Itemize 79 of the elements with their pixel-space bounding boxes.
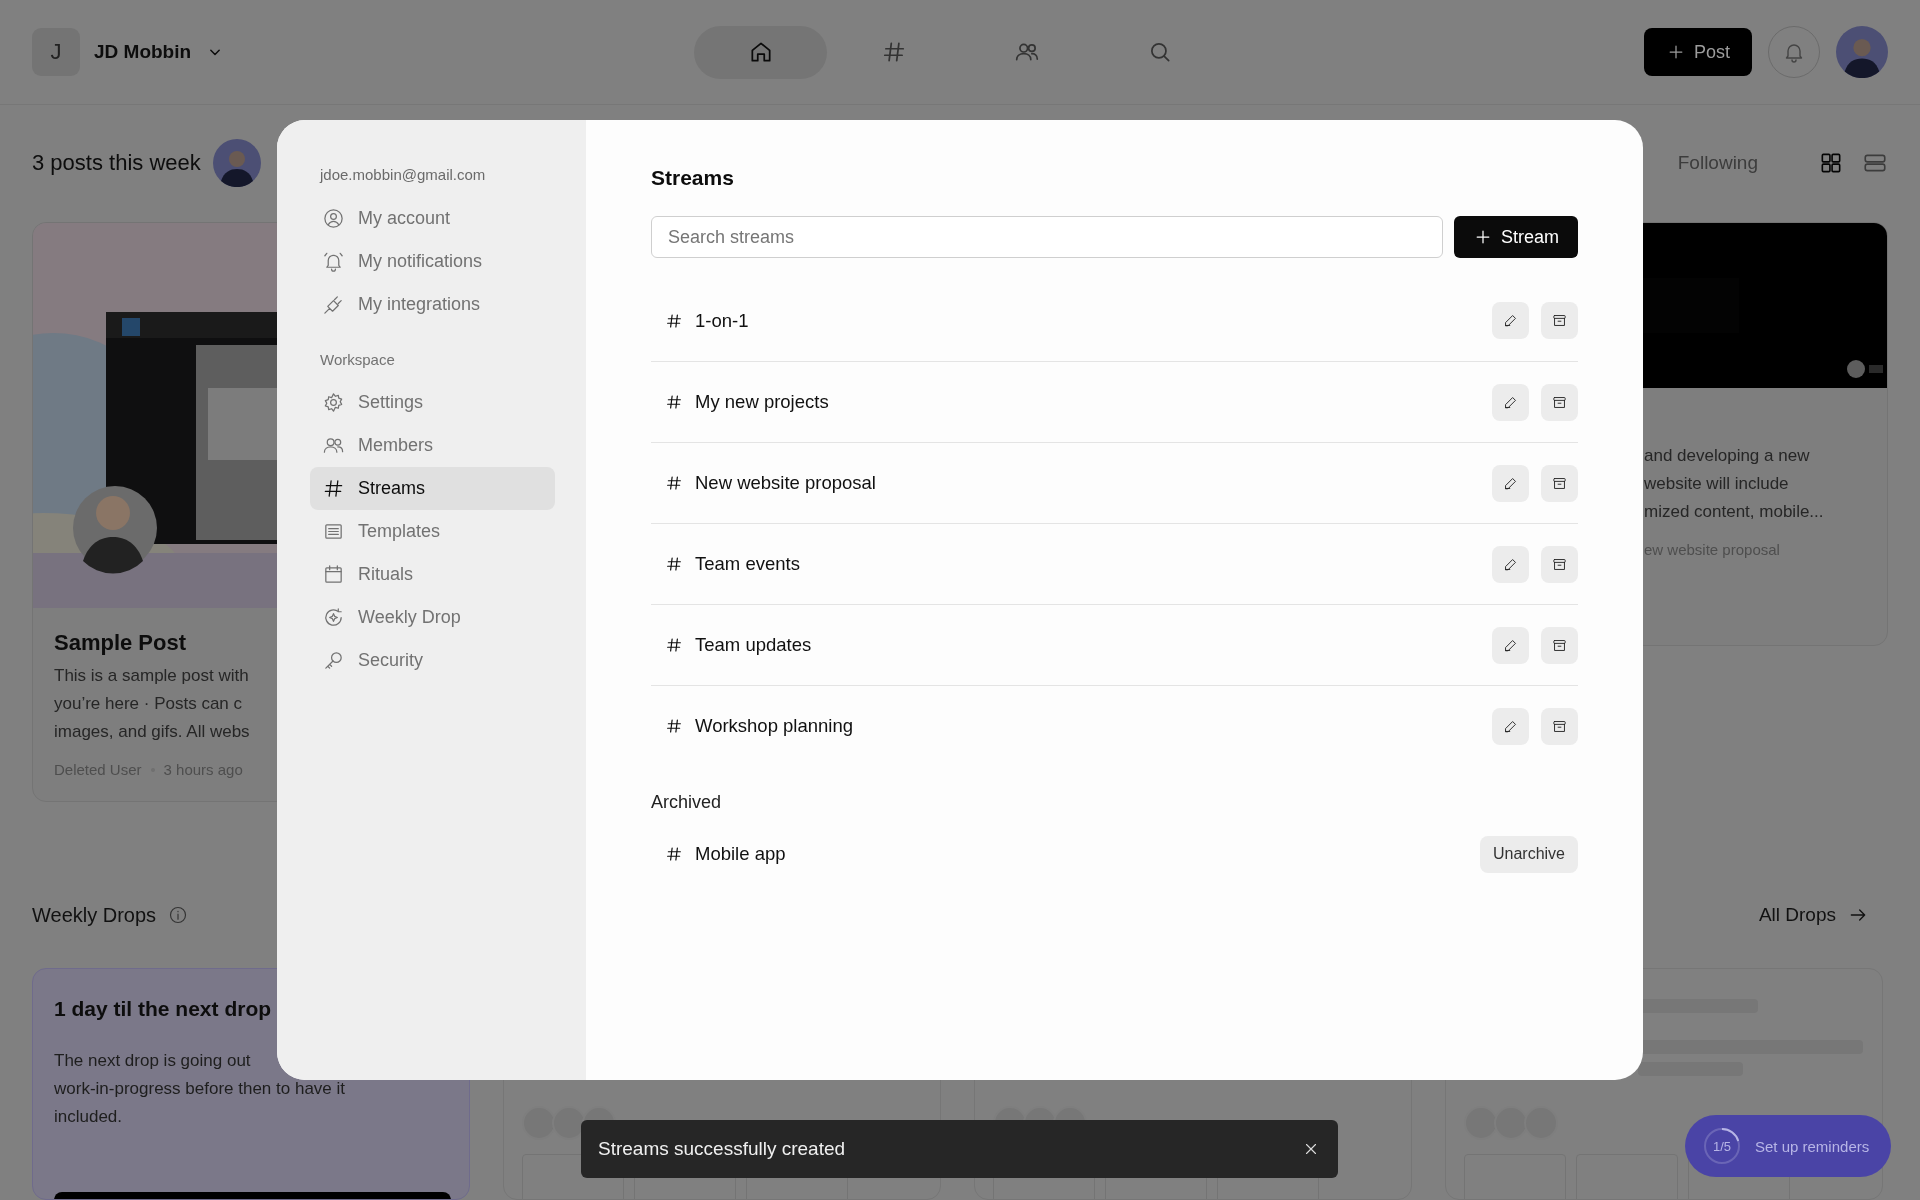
archive-button[interactable] [1541, 383, 1578, 421]
hash-icon [665, 311, 683, 330]
settings-nav-item[interactable]: Settings [310, 381, 555, 424]
post-button[interactable]: Post [1643, 28, 1752, 76]
post-text: you’re here · Posts can c [54, 693, 243, 715]
archive-button[interactable] [1541, 302, 1578, 339]
edit-button[interactable] [1492, 545, 1529, 583]
archive-button[interactable] [1541, 464, 1578, 502]
hash-icon [665, 717, 683, 735]
stream-name: My new projects [695, 391, 830, 413]
edit-button[interactable] [1492, 626, 1529, 664]
unarchive-button[interactable]: Unarchive [1479, 835, 1578, 873]
plug-icon [322, 293, 345, 316]
hash-icon [665, 474, 683, 492]
all-drops-link[interactable]: All Drops [1758, 904, 1868, 926]
hash-icon [665, 393, 683, 411]
stream-name: Team updates [695, 634, 813, 656]
edit-button[interactable] [1492, 464, 1529, 502]
settings-nav-item[interactable]: Rituals [310, 553, 555, 596]
toast-message: Streams successfully created [598, 1138, 847, 1160]
settings-nav-item[interactable]: Weekly Drop [310, 596, 555, 639]
archive-button[interactable] [1541, 545, 1578, 583]
archive-button[interactable] [1541, 626, 1578, 664]
settings-nav-item[interactable]: My account [310, 197, 555, 240]
section-heading: Archived [651, 791, 723, 814]
account-email: jdoe.mobbin@gmail.com [318, 165, 486, 185]
hash-icon [322, 477, 345, 500]
avatar[interactable] [1836, 26, 1888, 78]
settings-nav-item[interactable]: Streams [310, 467, 555, 510]
pencil-icon [1502, 312, 1519, 329]
initial-avatar: J [32, 28, 80, 76]
calendar-icon [322, 563, 345, 586]
post-text: website will include [1644, 473, 1789, 495]
section-title: Weekly Drops [32, 903, 157, 927]
panel-title: Streams [651, 166, 735, 190]
post-text: mized content, mobile... [1644, 501, 1824, 523]
progress-count: 1/5 [1712, 1138, 1732, 1154]
edit-button[interactable] [1492, 707, 1529, 745]
post-title: Sample Post [54, 629, 188, 657]
archive-button[interactable] [1541, 707, 1578, 745]
hash-icon [665, 636, 683, 654]
info-icon [168, 905, 189, 925]
post-text: and developing a new [1644, 445, 1810, 467]
account-menu-button[interactable]: J JD Mobbin [32, 28, 226, 76]
settings-nav-item[interactable]: Security [310, 639, 555, 682]
settings-nav-item[interactable]: My integrations [310, 283, 555, 326]
progress-ring [1703, 1127, 1741, 1165]
user-circle-icon [322, 207, 345, 230]
stream-name: New website proposal [695, 472, 877, 494]
post-text: images, and gifs. All webs [54, 721, 250, 743]
stream-name: Workshop planning [695, 715, 855, 737]
section-heading: Workspace [319, 350, 395, 370]
edit-button[interactable] [1492, 302, 1529, 339]
avatar[interactable] [212, 138, 261, 187]
settings-nav-item[interactable]: Members [310, 424, 555, 467]
settings-nav-item[interactable]: My notifications [310, 240, 555, 283]
new-stream-button[interactable]: Stream [1454, 216, 1578, 258]
countdown-text: work-in-progress before then to have it [54, 1078, 346, 1100]
reminders-button[interactable]: 1/5 Set up reminders [1685, 1115, 1892, 1177]
sparkle-cycle-icon [322, 606, 345, 629]
hash-icon [665, 845, 683, 863]
settings-nav-item[interactable]: Templates [310, 510, 555, 553]
countdown-title: 1 day til the next drop [54, 996, 273, 1022]
edit-button[interactable] [1492, 383, 1529, 421]
hash-icon [665, 555, 683, 573]
stream-name: Mobile app [695, 843, 787, 865]
stream-name: Team events [695, 553, 801, 575]
nav-tab[interactable] [694, 25, 827, 79]
feed-filter[interactable]: Following [1677, 151, 1758, 174]
archive-icon [1551, 312, 1568, 329]
search-field[interactable]: Search streams [651, 216, 1443, 258]
posts-summary: 3 posts this week [32, 149, 201, 176]
countdown-text: included. [54, 1106, 123, 1128]
countdown-text: The next drop is going out [54, 1050, 251, 1072]
bell-icon [322, 250, 345, 273]
post-text: This is a sample post with [54, 665, 249, 687]
key-icon [322, 649, 345, 672]
settings-icon [322, 391, 345, 414]
stream-name: 1-on-1 [695, 309, 750, 332]
